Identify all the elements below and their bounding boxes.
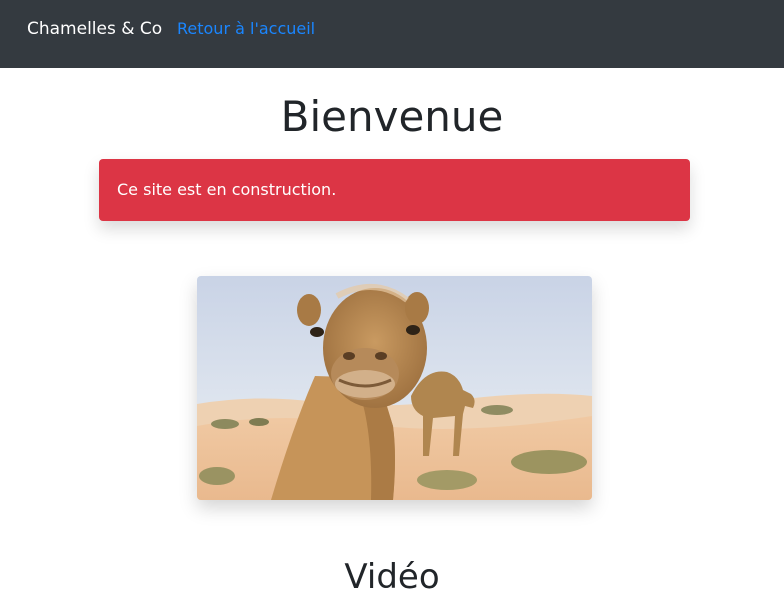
page-title: Bienvenue <box>280 92 504 141</box>
camel-photo <box>197 276 592 500</box>
alert-message: Ce site est en construction. <box>117 180 337 199</box>
video-section-title: Vidéo <box>344 557 440 597</box>
top-navbar: Chamelles & Co Retour à l'accueil <box>0 0 784 68</box>
construction-alert: Ce site est en construction. <box>99 159 690 221</box>
home-link[interactable]: Retour à l'accueil <box>177 17 315 41</box>
brand-link[interactable]: Chamelles & Co <box>27 17 162 41</box>
